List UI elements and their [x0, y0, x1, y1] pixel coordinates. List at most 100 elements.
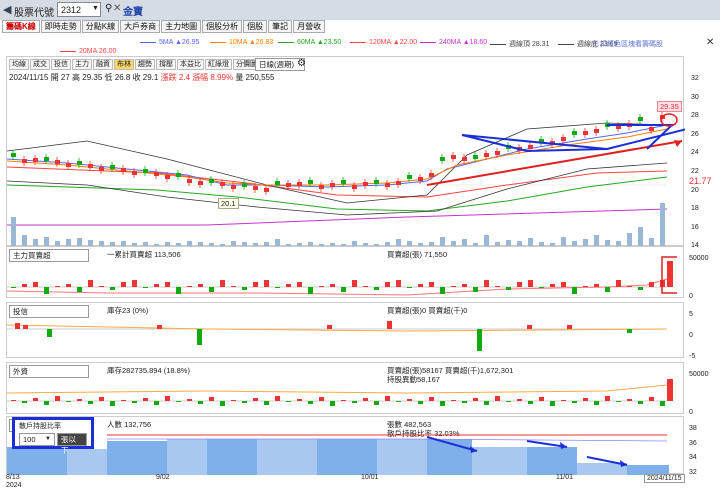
tab-0[interactable]: 籌碼K線 [2, 20, 40, 33]
tab-5[interactable]: 個股分析 [202, 20, 243, 33]
cond-button[interactable]: 張以下 [57, 433, 87, 455]
date-tick: 10/01 [361, 474, 379, 481]
trust-panel: 投信 庫存23 (0%) 買賣超(張)0 買賣超(千)0 5 0 -5 [6, 302, 695, 360]
back-icon[interactable]: ◀ [3, 3, 11, 16]
tool-9[interactable]: 紅綠燈 [205, 59, 232, 70]
ma-label: 10MA ▲26.83 [229, 39, 274, 46]
tool-5[interactable]: 布林 [114, 59, 134, 70]
holders-chart[interactable] [7, 417, 677, 475]
date-axis: 8/13 2024 9/02 10/01 11/01 2024/11/15 [6, 474, 696, 491]
foreign-chart[interactable] [7, 363, 677, 415]
axis-tick: -5 [689, 353, 696, 360]
ma5-line [7, 124, 668, 188]
low-price-label: 20.1 [218, 198, 239, 209]
tool-8[interactable]: 本益比 [177, 59, 204, 70]
ma-label: 週線頂 28.31 [509, 41, 550, 48]
price-tick: 28 [691, 112, 699, 120]
price-axis: 32 30 28 26 24 22 20 18 16 14 [691, 75, 720, 249]
close-icon[interactable]: ✕ [706, 37, 714, 48]
tab-7[interactable]: 筆記 [268, 20, 293, 33]
price-tick: 24 [691, 149, 699, 157]
axis-tick: 0 [689, 409, 693, 416]
axis-tick: 36 [689, 439, 697, 447]
ma-swatch [60, 51, 76, 52]
tool-1[interactable]: 成交 [30, 59, 50, 70]
ma-swatch [420, 42, 436, 43]
price-tick: 30 [691, 93, 699, 101]
axis-tick: 38 [689, 425, 697, 432]
axis-tick: 50000 [689, 255, 709, 262]
ma-label: 60MA ▲23.50 [297, 39, 342, 46]
promo-icon[interactable]: ⓘ [591, 39, 599, 50]
dropdown-icon[interactable]: ▼ [92, 5, 99, 12]
tab-4[interactable]: 主力地圖 [161, 20, 202, 33]
stock-code-label: 股票代號 [14, 8, 54, 19]
main-chart[interactable] [7, 247, 677, 299]
date-tick: 11/01 [556, 474, 573, 481]
ma-swatch [350, 42, 366, 43]
tab-1[interactable]: 即時走勢 [40, 20, 81, 33]
ma-legend-item-7: 20MA 26.00 [60, 48, 116, 55]
ma-swatch [210, 42, 226, 43]
axis-tick: 5 [689, 311, 693, 318]
date-tick: 2024/11/15 [644, 474, 685, 483]
ma-legend-item-3: 120MA ▲22.00 [350, 39, 417, 46]
tool-7[interactable]: 撐壓 [156, 59, 176, 70]
top-bar: ◀ 股票代號 2312 ▼ ⚲ ✕ 金寶 [0, 0, 720, 20]
ma-label: 120MA ▲22.00 [369, 39, 418, 46]
retail-controls-box: 散戶持股比率 100 ▼ 張以下 [12, 417, 94, 455]
price-tick: 20 [691, 186, 699, 194]
ma240-line [7, 208, 668, 226]
ma-legend-item-2: 60MA ▲23.50 [278, 39, 341, 46]
tab-3[interactable]: 大戶券商 [120, 20, 161, 33]
tab-6[interactable]: 個股 [243, 20, 268, 33]
price-tick: 32 [691, 75, 699, 82]
trust-chart[interactable] [7, 303, 677, 359]
ma60-line [7, 176, 668, 212]
tool-0[interactable]: 均線 [9, 59, 29, 70]
chart-toolbar: 均線 成交 投信 主力 融資 布林 趨勢 撐壓 本益比 紅綠燈 分價圖 [9, 59, 260, 70]
chevron-down-icon: ▼ [45, 436, 51, 442]
threshold-select[interactable]: 100 ▼ [19, 433, 55, 446]
price-tick: 22 [691, 168, 699, 175]
ma-label: 20MA 26.00 [79, 48, 117, 55]
tool-2[interactable]: 投信 [51, 59, 71, 70]
ma-label: 5MA ▲26.95 [159, 39, 200, 46]
price-tick: 14 [691, 242, 699, 250]
tab-2[interactable]: 分點K線 [81, 20, 120, 33]
price-tick: 18 [691, 205, 699, 213]
retail-label: 散戶持股比率 [19, 423, 61, 430]
tool-3[interactable]: 主力 [72, 59, 92, 70]
price-chart[interactable] [7, 85, 685, 247]
ohlc-line: 2024/11/15 開 27 高 29.35 低 26.8 收 29.1 漲跌… [9, 73, 275, 82]
ma-legend-item-5: 週線頂 28.31 [490, 39, 549, 49]
promo-link[interactable]: 扣紅色區塊看籌碼股 [600, 39, 663, 49]
clear-icon[interactable]: ✕ [113, 3, 121, 14]
tool-6[interactable]: 趨勢 [135, 59, 155, 70]
candles [11, 112, 665, 195]
main-force-panel: 主力買賣超 一累計買賣超 113,506 買賣超(張) 71,550 50000 0 [6, 246, 708, 300]
ma-label: 240MA ▲18.60 [439, 39, 488, 46]
date-tick: 8/13 [6, 474, 20, 481]
axis-tick: 34 [689, 454, 697, 462]
tab-bar: 籌碼K線 即時走勢 分點K線 大戶券商 主力地圖 個股分析 個股 筆記 月營收 [0, 20, 720, 34]
ma-legend-item-0: 5MA ▲26.95 [140, 39, 199, 46]
ma120-line [7, 166, 668, 198]
search-icon[interactable]: ⚲ [105, 3, 112, 14]
stock-name: 金寶 [123, 7, 143, 18]
settings-icon[interactable]: ⚙ [297, 58, 306, 69]
date-tick: 9/02 [156, 474, 170, 481]
axis-tick: 50000 [689, 371, 709, 378]
axis-tick: 0 [689, 332, 693, 339]
tab-8[interactable]: 月營收 [293, 20, 326, 33]
ma-swatch [490, 43, 506, 45]
ma-swatch [278, 42, 294, 43]
ma-swatch [558, 43, 574, 45]
tool-4[interactable]: 融資 [93, 59, 113, 70]
price-tick: 26 [691, 130, 699, 138]
high-price-label: 29.35 [657, 101, 682, 112]
axis-tick: 0 [689, 293, 693, 300]
foreign-panel: 外資 庫存282735.894 (18.8%) 買賣超(張)58167 買賣超(千)… [6, 362, 708, 416]
date-tick: 2024 [6, 482, 22, 489]
ma-swatch [140, 42, 156, 43]
